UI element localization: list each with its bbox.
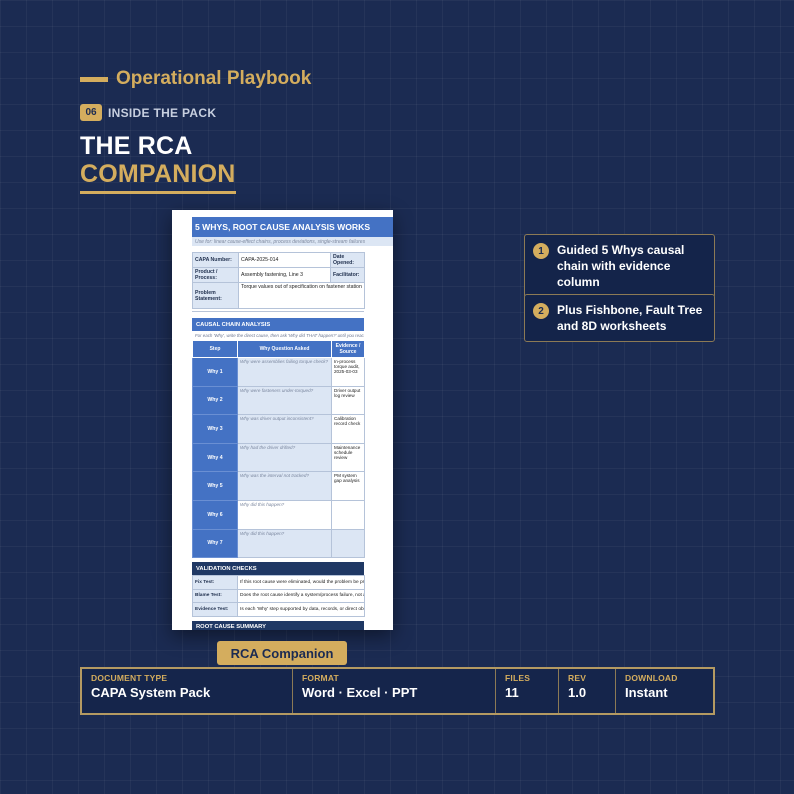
- why-evidence: [331, 528, 365, 559]
- problem-label: Problem Statement:: [192, 282, 239, 309]
- why-step: Why 3: [192, 414, 238, 444]
- section-label: 06 INSIDE THE PACK: [80, 104, 216, 121]
- why-question: Why were assemblies failing torque check…: [237, 357, 332, 387]
- why-evidence: In-process torque audit, 2025-03-03: [331, 357, 365, 387]
- table-row: Fix Test: If this root cause were elimin…: [192, 575, 365, 590]
- why-evidence: PM system gap analysis: [331, 471, 365, 501]
- table-row: Why 4 Why had the driver drifted? Mainte…: [192, 442, 365, 473]
- why-question: Why did this happen?: [237, 528, 332, 559]
- meta-bar: DOCUMENT TYPE CAPA System Pack FORMAT Wo…: [80, 667, 715, 715]
- column-evidence: Evidence / Source: [331, 340, 365, 358]
- meta-format: FORMAT Word · Excel · PPT: [293, 669, 496, 713]
- info-table: CAPA Number: CAPA-2025-014 Date Opened: …: [192, 252, 365, 309]
- page-title-line1: THE RCA: [80, 132, 193, 160]
- table-row: Why 7 Why did this happen?: [192, 528, 365, 559]
- table-row: Why 1 Why were assemblies failing torque…: [192, 357, 365, 387]
- column-question: Why Question Asked: [237, 340, 332, 358]
- meta-value: 1.0: [568, 685, 587, 700]
- feature-number-badge: 1: [533, 243, 549, 259]
- section-number-badge: 06: [80, 104, 102, 121]
- why-evidence: Calibration record check: [331, 414, 365, 444]
- brand: Operational Playbook: [80, 68, 311, 90]
- causal-note: For each 'Why', write the direct cause, …: [195, 333, 364, 338]
- feature-number-badge: 2: [533, 303, 549, 319]
- section-title: INSIDE THE PACK: [108, 105, 217, 120]
- document-page: 5 WHYS, ROOT CAUSE ANALYSIS WORKS Use fo…: [192, 217, 393, 630]
- summary-section-header: ROOT CAUSE SUMMARY: [192, 620, 364, 630]
- meta-value: Instant: [625, 685, 668, 700]
- why-step: Why 4: [192, 442, 238, 473]
- validation-label: Blame Test:: [192, 588, 238, 604]
- meta-value: 11: [505, 685, 519, 700]
- why-question: Why did this happen?: [237, 499, 332, 530]
- meta-value: Word · Excel · PPT: [302, 685, 418, 700]
- column-step: Step: [192, 340, 238, 358]
- brand-accent-bar: [80, 76, 108, 82]
- date-label: Date Opened:: [330, 252, 365, 268]
- table-row: Evidence Test: Is each 'Why' step suppor…: [192, 602, 365, 617]
- why-question: Why were fasteners under-torqued?: [237, 385, 332, 416]
- why-evidence: Driver output log review: [331, 385, 365, 416]
- meta-label: DOCUMENT TYPE: [91, 673, 168, 683]
- problem-value: Torque values out of specification on fa…: [238, 282, 365, 309]
- validation-text: Is each 'Why' step supported by data, re…: [237, 602, 365, 617]
- why-question: Why had the driver drifted?: [237, 442, 332, 473]
- table-row: Why 2 Why were fasteners under-torqued? …: [192, 385, 365, 416]
- table-row: Blame Test: Does the root cause identify…: [192, 588, 365, 604]
- why-evidence: [331, 499, 365, 530]
- why-question: Why was driver output inconsistent?: [237, 414, 332, 444]
- caption-badge: RCA Companion: [217, 641, 347, 665]
- meta-rev: REV 1.0: [559, 669, 616, 713]
- feature-callout-2: 2 Plus Fishbone, Fault Tree and 8D works…: [524, 294, 715, 342]
- meta-download: DOWNLOAD Instant: [616, 669, 713, 713]
- validation-text: If this root cause were eliminated, woul…: [237, 575, 365, 590]
- why-step: Why 2: [192, 385, 238, 416]
- document-subheader: Use for: linear cause-effect chains, pro…: [192, 237, 393, 246]
- feature-text: Guided 5 Whys causal chain with evidence…: [557, 243, 685, 289]
- document-divider: [192, 311, 364, 312]
- meta-label: FORMAT: [302, 673, 339, 683]
- validation-table: Fix Test: If this root cause were elimin…: [192, 575, 365, 617]
- why-step: Why 6: [192, 499, 238, 530]
- capa-value: CAPA-2025-014: [238, 252, 331, 268]
- page-title-line2: COMPANION: [80, 160, 236, 194]
- why-step: Why 5: [192, 471, 238, 501]
- validation-section-header: VALIDATION CHECKS: [192, 562, 364, 576]
- product-label: Product / Process:: [192, 267, 239, 283]
- product-value: Assembly fastening, Line 3: [238, 267, 331, 283]
- table-row: Why 5 Why was the interval not tracked? …: [192, 471, 365, 501]
- validation-label: Evidence Test:: [192, 602, 238, 617]
- meta-label: DOWNLOAD: [625, 673, 678, 683]
- causal-table: Step Why Question Asked Evidence / Sourc…: [192, 340, 365, 559]
- meta-document-type: DOCUMENT TYPE CAPA System Pack: [82, 669, 293, 713]
- validation-text: Does the root cause identify a system/pr…: [237, 588, 365, 604]
- validation-label: Fix Test:: [192, 575, 238, 590]
- why-question: Why was the interval not tracked?: [237, 471, 332, 501]
- capa-label: CAPA Number:: [192, 252, 239, 268]
- meta-value: CAPA System Pack: [91, 685, 211, 700]
- brand-title: Operational Playbook: [116, 68, 312, 89]
- why-step: Why 1: [192, 357, 238, 387]
- why-evidence: Maintenance schedule review: [331, 442, 365, 473]
- causal-section-header: CAUSAL CHAIN ANALYSIS: [192, 318, 364, 331]
- meta-files: FILES 11: [496, 669, 559, 713]
- meta-label: REV: [568, 673, 587, 683]
- table-row: Why 3 Why was driver output inconsistent…: [192, 414, 365, 444]
- feature-callout-1: 1 Guided 5 Whys causal chain with eviden…: [524, 234, 715, 298]
- facilitator-label: Facilitator:: [330, 267, 365, 283]
- meta-label: FILES: [505, 673, 531, 683]
- feature-text: Plus Fishbone, Fault Tree and 8D workshe…: [557, 303, 703, 333]
- why-step: Why 7: [192, 528, 238, 559]
- document-header: 5 WHYS, ROOT CAUSE ANALYSIS WORKS: [192, 217, 393, 237]
- document-preview: 5 WHYS, ROOT CAUSE ANALYSIS WORKS Use fo…: [172, 210, 393, 630]
- table-row: Why 6 Why did this happen?: [192, 499, 365, 530]
